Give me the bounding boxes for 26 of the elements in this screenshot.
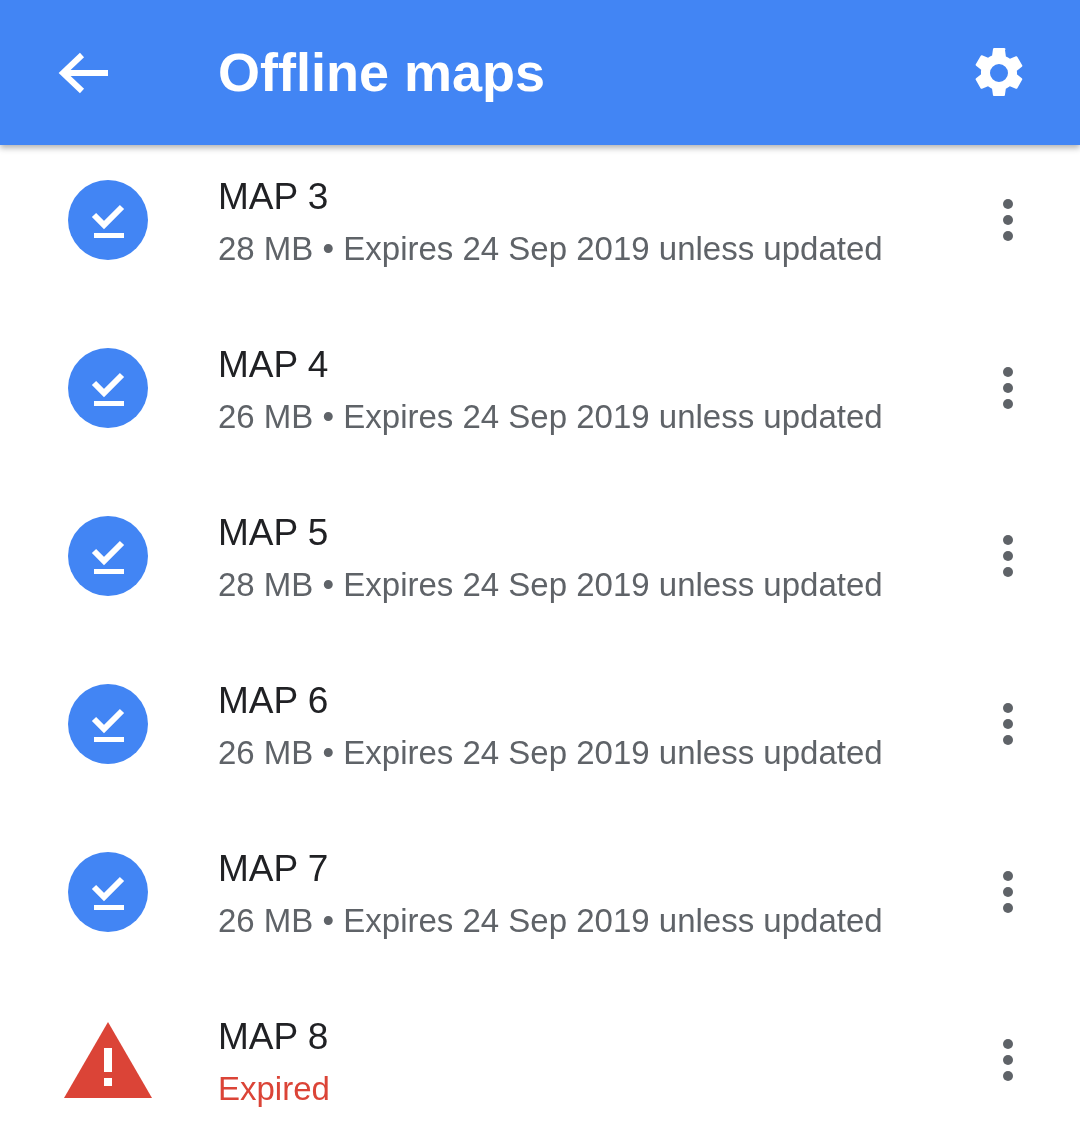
map-details: 28 MB • Expires 24 Sep 2019 unless updated — [218, 565, 884, 605]
more-vertical-icon — [1002, 366, 1014, 410]
map-details: 26 MB • Expires 24 Sep 2019 unless updated — [218, 733, 884, 773]
downloaded-check-icon — [68, 516, 148, 596]
map-name: MAP 3 — [218, 175, 330, 219]
app-bar-title: Offline maps — [218, 41, 547, 104]
map-name: MAP 6 — [218, 679, 330, 723]
map-details: 28 MB • Expires 24 Sep 2019 unless updated — [218, 229, 884, 269]
more-vertical-icon — [1002, 534, 1014, 578]
more-vertical-icon — [1002, 198, 1014, 242]
more-vertical-icon — [1002, 870, 1014, 914]
map-name: MAP 5 — [218, 511, 330, 555]
map-details: 26 MB • Expires 24 Sep 2019 unless updated — [218, 397, 884, 437]
map-name: MAP 7 — [218, 847, 330, 891]
map-details: 26 MB • Expires 24 Sep 2019 unless updated — [218, 901, 884, 941]
downloaded-check-icon — [68, 852, 148, 932]
map-name: MAP 8 — [218, 1015, 330, 1059]
back-arrow-icon — [58, 51, 110, 94]
downloaded-check-icon — [68, 348, 148, 428]
expired-status: Expired — [218, 1069, 331, 1109]
map-name: MAP 4 — [218, 343, 330, 387]
warning-icon — [64, 1022, 152, 1098]
more-vertical-icon — [1002, 1038, 1014, 1082]
downloaded-check-icon — [68, 180, 148, 260]
more-vertical-icon — [1002, 702, 1014, 746]
downloaded-check-icon — [68, 684, 148, 764]
